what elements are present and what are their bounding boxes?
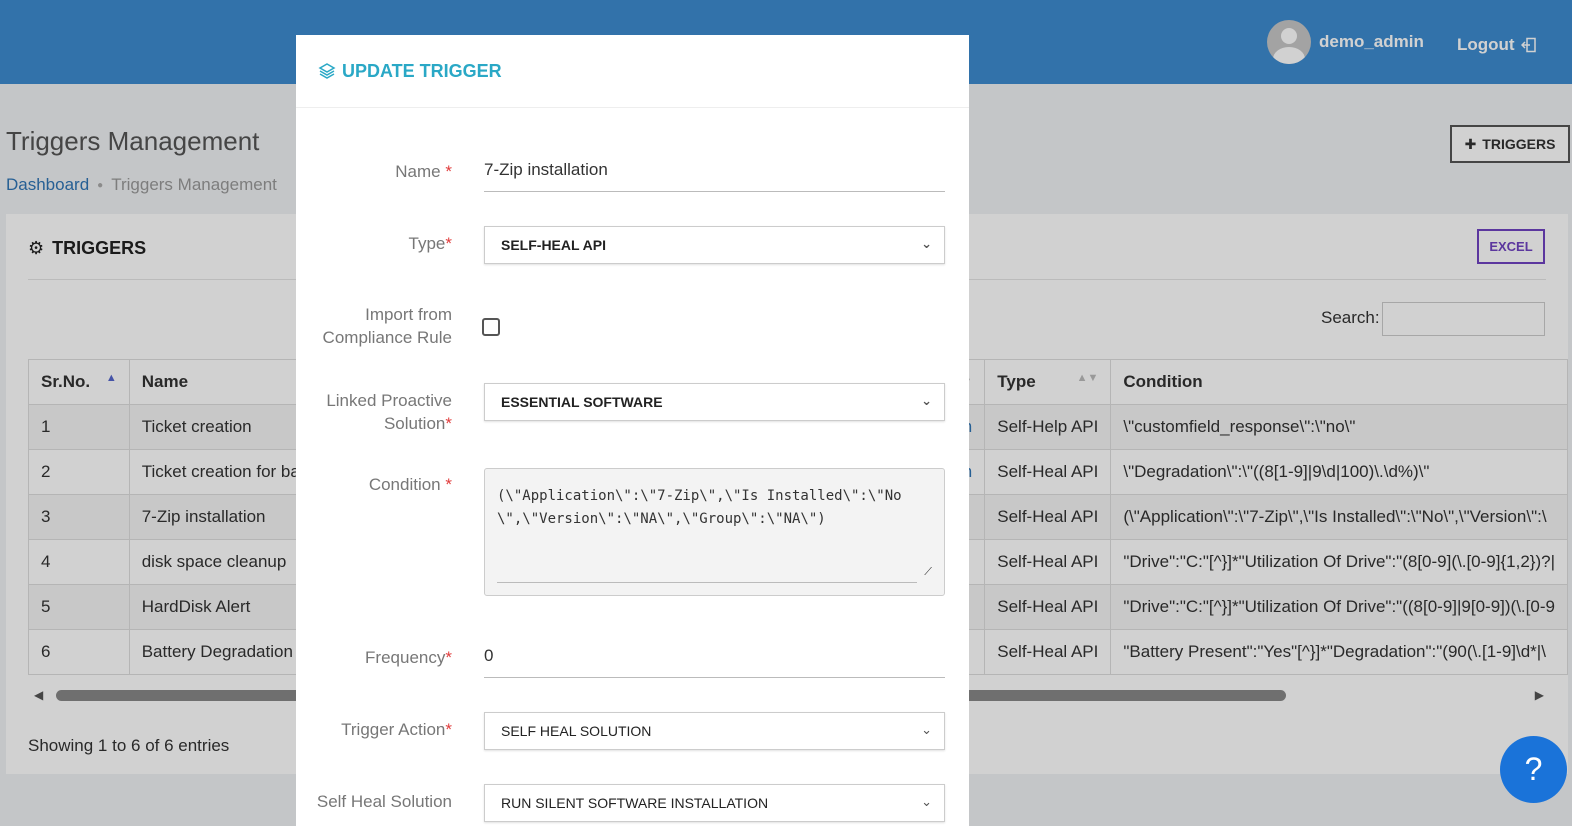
linked-label: Linked Proactive Solution* — [326, 391, 452, 433]
linked-solution-select[interactable]: ESSENTIAL SOFTWARE ⌄ — [484, 383, 945, 421]
frequency-label: Frequency* — [365, 648, 452, 667]
resize-grip-icon[interactable]: ⟋ — [924, 560, 932, 583]
self-heal-value: RUN SILENT SOFTWARE INSTALLATION — [501, 795, 769, 811]
name-field[interactable]: 7-Zip installation — [484, 152, 945, 192]
self-heal-label: Self Heal Solution — [316, 792, 452, 811]
type-value: SELF-HEAL API — [501, 237, 607, 253]
name-label: Name * — [395, 162, 452, 181]
update-trigger-modal: UPDATE TRIGGER Name * 7-Zip installation… — [296, 35, 969, 826]
modal-header: UPDATE TRIGGER — [296, 35, 969, 108]
self-heal-select[interactable]: RUN SILENT SOFTWARE INSTALLATION ⌄ — [484, 784, 945, 822]
chevron-down-icon: ⌄ — [921, 722, 932, 737]
trigger-action-select[interactable]: SELF HEAL SOLUTION ⌄ — [484, 712, 945, 750]
help-button[interactable]: ? — [1500, 736, 1567, 803]
condition-label: Condition * — [368, 475, 452, 494]
type-select[interactable]: SELF-HEAL API ⌄ — [484, 226, 945, 264]
textarea-underline — [497, 582, 917, 583]
chevron-down-icon: ⌄ — [921, 393, 932, 408]
type-label: Type* — [408, 234, 452, 253]
import-label: Import from Compliance Rule — [322, 305, 452, 347]
chevron-down-icon: ⌄ — [921, 236, 932, 251]
condition-value: (\"Application\":\"7-Zip\",\"Is Installe… — [497, 488, 902, 527]
frequency-field[interactable]: 0 — [484, 638, 945, 678]
linked-value: ESSENTIAL SOFTWARE — [501, 394, 663, 410]
layers-icon — [318, 63, 336, 79]
import-checkbox[interactable] — [482, 318, 500, 336]
condition-textarea[interactable]: (\"Application\":\"7-Zip\",\"Is Installe… — [484, 468, 945, 596]
chevron-down-icon: ⌄ — [921, 794, 932, 809]
modal-title: UPDATE TRIGGER — [342, 60, 502, 81]
trigger-action-value: SELF HEAL SOLUTION — [501, 723, 652, 739]
trigger-action-label: Trigger Action* — [341, 720, 452, 739]
